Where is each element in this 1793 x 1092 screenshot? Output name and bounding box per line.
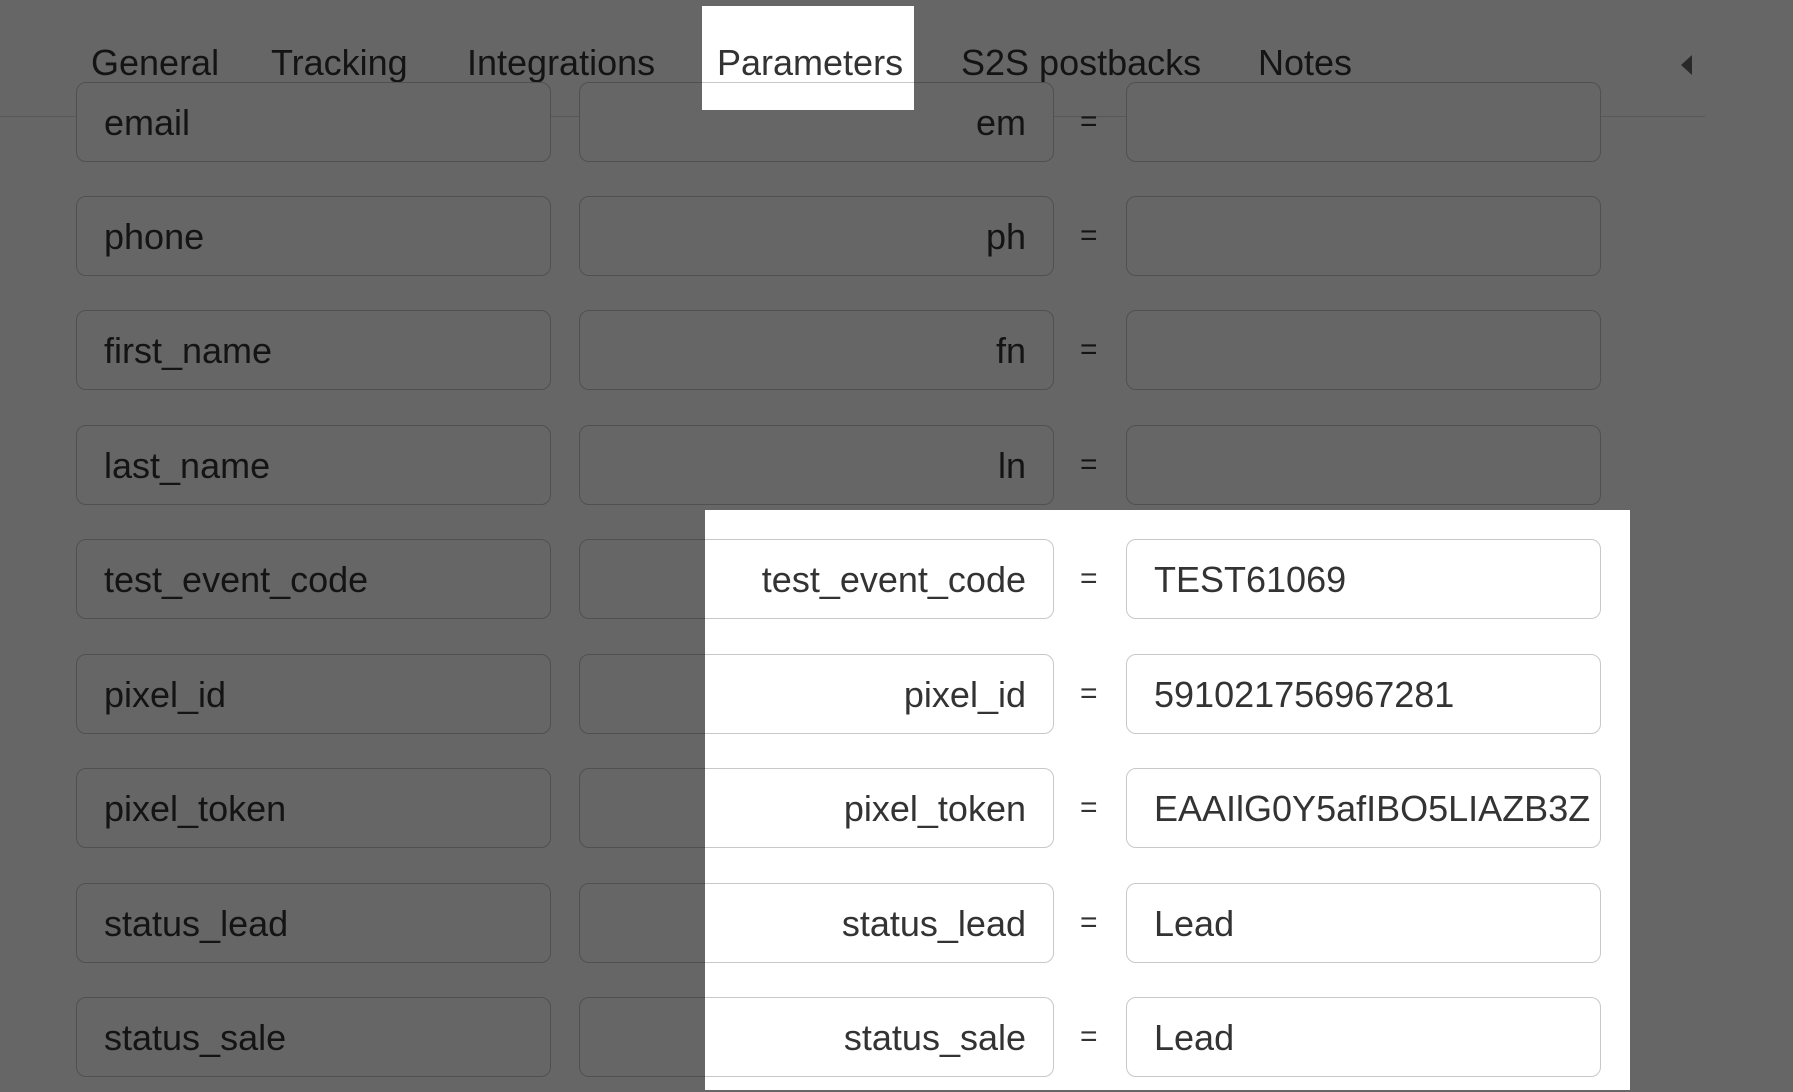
equals-sign: = bbox=[1080, 562, 1098, 595]
parameter-row: last_name ln = bbox=[0, 425, 1793, 507]
parameter-name-field[interactable]: status_lead bbox=[76, 883, 551, 963]
parameter-key-field[interactable]: status_sale bbox=[579, 997, 1054, 1077]
parameter-row: first_name fn = bbox=[0, 310, 1793, 392]
parameter-row: email em = bbox=[0, 82, 1793, 164]
parameter-value-field[interactable]: 591021756967281 bbox=[1126, 654, 1601, 734]
parameter-name-field[interactable]: phone bbox=[76, 196, 551, 276]
parameter-value-field[interactable] bbox=[1126, 310, 1601, 390]
parameter-value-field[interactable]: Lead bbox=[1126, 883, 1601, 963]
equals-sign: = bbox=[1080, 1020, 1098, 1053]
equals-sign: = bbox=[1080, 333, 1098, 366]
parameters-page: General Tracking Integrations Parameters… bbox=[0, 0, 1793, 1092]
parameter-key-field[interactable]: pixel_id bbox=[579, 654, 1054, 734]
equals-sign: = bbox=[1080, 448, 1098, 481]
parameter-key-field[interactable]: fn bbox=[579, 310, 1054, 390]
equals-sign: = bbox=[1080, 791, 1098, 824]
parameter-row: status_sale status_sale = Lead bbox=[0, 997, 1793, 1079]
parameter-key-field[interactable]: test_event_code bbox=[579, 539, 1054, 619]
parameter-value-field[interactable] bbox=[1126, 425, 1601, 505]
parameter-name-field[interactable]: status_sale bbox=[76, 997, 551, 1077]
parameter-name-field[interactable]: last_name bbox=[76, 425, 551, 505]
parameter-key-field[interactable]: ln bbox=[579, 425, 1054, 505]
parameter-key-field[interactable]: status_lead bbox=[579, 883, 1054, 963]
parameter-key-field[interactable]: em bbox=[579, 82, 1054, 162]
parameter-value-field[interactable] bbox=[1126, 82, 1601, 162]
parameter-name-field[interactable]: test_event_code bbox=[76, 539, 551, 619]
parameter-key-field[interactable]: ph bbox=[579, 196, 1054, 276]
equals-sign: = bbox=[1080, 219, 1098, 252]
parameter-name-field[interactable]: first_name bbox=[76, 310, 551, 390]
equals-sign: = bbox=[1080, 677, 1098, 710]
scroll-left-arrow-icon[interactable] bbox=[1681, 55, 1692, 75]
parameter-value-field[interactable]: TEST61069 bbox=[1126, 539, 1601, 619]
parameter-row: pixel_id pixel_id = 591021756967281 bbox=[0, 654, 1793, 736]
equals-sign: = bbox=[1080, 906, 1098, 939]
parameter-name-field[interactable]: email bbox=[76, 82, 551, 162]
parameter-name-field[interactable]: pixel_token bbox=[76, 768, 551, 848]
parameter-value-field[interactable]: Lead bbox=[1126, 997, 1601, 1077]
parameter-name-field[interactable]: pixel_id bbox=[76, 654, 551, 734]
parameter-row: phone ph = bbox=[0, 196, 1793, 278]
parameter-key-field[interactable]: pixel_token bbox=[579, 768, 1054, 848]
parameter-row: test_event_code test_event_code = TEST61… bbox=[0, 539, 1793, 621]
equals-sign: = bbox=[1080, 105, 1098, 138]
parameter-value-field[interactable]: EAAIlG0Y5afIBO5LIAZB3Z bbox=[1126, 768, 1601, 848]
parameter-row: pixel_token pixel_token = EAAIlG0Y5afIBO… bbox=[0, 768, 1793, 850]
parameter-row: status_lead status_lead = Lead bbox=[0, 883, 1793, 965]
parameter-value-field[interactable] bbox=[1126, 196, 1601, 276]
